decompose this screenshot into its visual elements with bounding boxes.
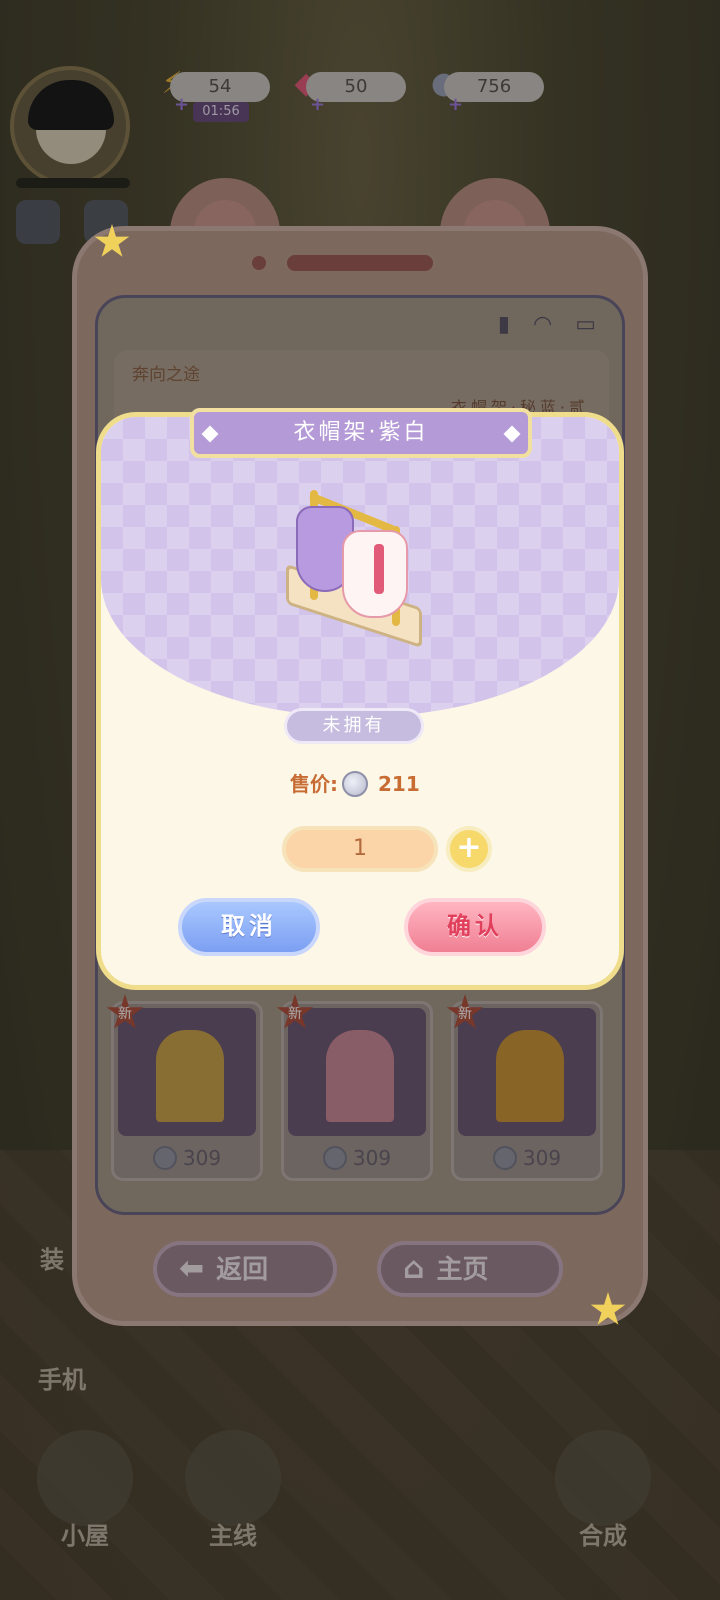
- ownership-status: 未拥有: [284, 708, 424, 744]
- clothes-rack-image: [282, 486, 427, 649]
- quantity-field[interactable]: 1: [282, 826, 438, 872]
- coin-icon: [342, 771, 368, 797]
- price-label: 售价:: [290, 772, 338, 796]
- price-value: 211: [378, 772, 420, 796]
- quantity-plus-button[interactable]: +: [446, 826, 492, 872]
- dialog-title: 衣帽架·紫白: [293, 420, 429, 445]
- cancel-button[interactable]: 取消: [178, 898, 320, 956]
- price-row: 售价: 211: [290, 768, 450, 800]
- diamond-icon: [201, 425, 219, 443]
- confirm-button[interactable]: 确认: [404, 898, 546, 956]
- dress-ribbon: [374, 544, 384, 594]
- dialog-title-banner: 衣帽架·紫白: [190, 408, 532, 458]
- diamond-icon: [503, 425, 521, 443]
